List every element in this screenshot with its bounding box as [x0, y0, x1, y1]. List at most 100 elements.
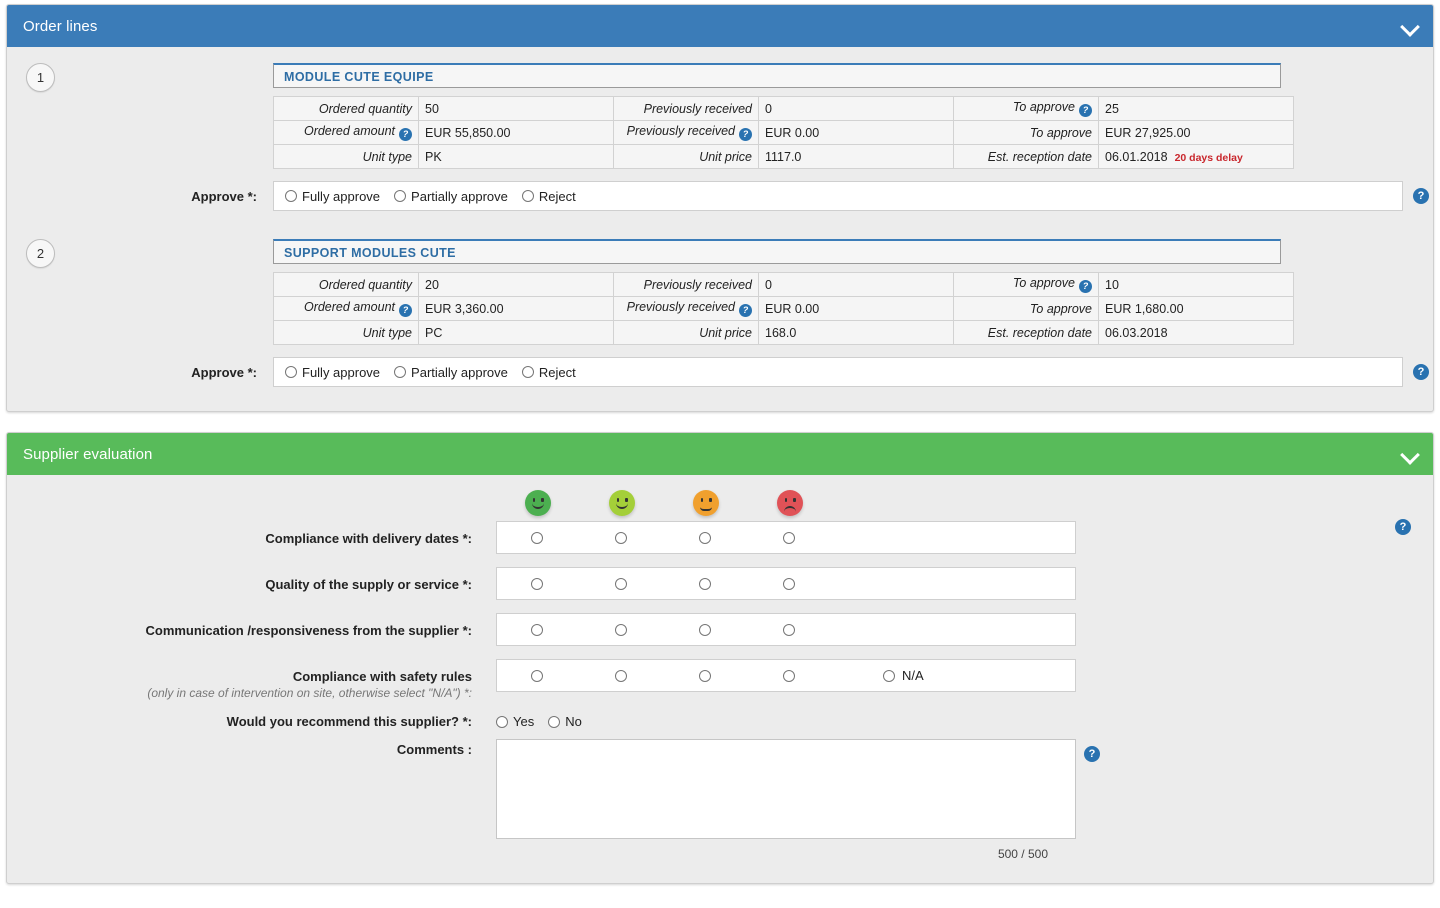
help-icon[interactable]: ?	[399, 304, 412, 317]
cell-value-unit-price: 168.0	[758, 320, 954, 345]
radio-recommend-no[interactable]: No	[548, 714, 582, 729]
rating-option-1[interactable]	[497, 531, 581, 544]
rating-option-4[interactable]	[749, 669, 833, 682]
cell-value-to-approve-amount: EUR 27,925.00	[1098, 120, 1294, 145]
criterion-row-safety-rules: Compliance with safety rules (only in ca…	[7, 659, 1433, 701]
radio-fully-approve-1[interactable]: Fully approve	[285, 189, 380, 204]
criterion-label-main: Compliance with safety rules	[292, 669, 472, 684]
order-line-1-table: Ordered quantity 50 Previously received …	[273, 96, 1294, 169]
order-lines-header[interactable]: Order lines	[7, 5, 1433, 47]
rating-option-4[interactable]	[749, 577, 833, 590]
label-text: Unit price	[699, 149, 752, 164]
cell-value-ordered-quantity: 20	[418, 272, 614, 297]
radio-circle[interactable]	[614, 531, 627, 544]
rating-option-2[interactable]	[581, 623, 665, 636]
cell-label-ordered-amount: Ordered amount?	[273, 120, 419, 145]
rating-scale-cell	[664, 490, 748, 516]
help-icon[interactable]: ?	[1079, 104, 1092, 117]
comments-textarea[interactable]	[496, 739, 1076, 839]
radio-circle[interactable]	[394, 190, 407, 202]
radio-circle[interactable]	[530, 623, 543, 636]
radio-recommend-yes[interactable]: Yes	[496, 714, 534, 729]
chevron-down-icon[interactable]	[1401, 445, 1419, 463]
radio-circle[interactable]	[698, 531, 711, 544]
radio-label: Partially approve	[411, 364, 508, 380]
help-icon[interactable]: ?	[1413, 364, 1429, 380]
label-text: Previously received	[643, 277, 752, 292]
radio-reject-2[interactable]: Reject	[521, 364, 576, 380]
radio-circle[interactable]	[698, 669, 711, 682]
help-icon[interactable]: ?	[399, 128, 412, 141]
rating-option-1[interactable]	[497, 669, 581, 682]
radio-circle[interactable]	[496, 715, 508, 728]
radio-circle[interactable]	[614, 669, 627, 682]
rating-option-3[interactable]	[665, 577, 749, 590]
radio-circle[interactable]	[521, 190, 534, 202]
radio-circle[interactable]	[698, 623, 711, 636]
radio-circle[interactable]	[530, 577, 543, 590]
rating-option-3[interactable]	[665, 669, 749, 682]
radio-circle[interactable]	[530, 531, 543, 544]
radio-circle[interactable]	[548, 715, 561, 728]
cell-label-ordered-quantity: Ordered quantity	[273, 272, 419, 297]
rating-option-2[interactable]	[581, 531, 665, 544]
radio-circle[interactable]	[698, 577, 711, 590]
order-line-1-content: MODULE CUTE EQUIPE Ordered quantity 50 P…	[273, 63, 1294, 169]
radio-fully-approve-2[interactable]: Fully approve	[285, 365, 380, 380]
radio-circle[interactable]	[883, 669, 895, 682]
rating-option-2[interactable]	[581, 577, 665, 590]
cell-label-to-approve-amount: To approve	[953, 296, 1099, 321]
help-icon[interactable]: ?	[1084, 746, 1100, 762]
order-line-2-table: Ordered quantity 20 Previously received …	[273, 272, 1294, 345]
radio-partially-approve-2[interactable]: Partially approve	[394, 365, 508, 380]
smiley-satisfied-icon	[609, 490, 635, 516]
radio-circle[interactable]	[285, 190, 297, 202]
order-line-1: 1 MODULE CUTE EQUIPE Ordered quantity 50…	[7, 57, 1433, 221]
criterion-label: Compliance with safety rules (only in ca…	[7, 659, 496, 701]
date-text: 06.01.2018	[1105, 149, 1168, 164]
radio-circle[interactable]	[394, 366, 407, 378]
cell-value-unit-type: PK	[418, 144, 614, 169]
help-icon[interactable]: ?	[1079, 280, 1092, 293]
radio-circle[interactable]	[782, 577, 795, 590]
radio-reject-1[interactable]: Reject	[521, 189, 576, 204]
help-icon[interactable]: ?	[739, 128, 752, 141]
radio-label: Reject	[538, 364, 576, 380]
rating-scale-cell	[748, 490, 832, 516]
radio-circle[interactable]	[614, 577, 627, 590]
smiley-dissatisfied-icon	[777, 490, 803, 516]
radio-circle[interactable]	[530, 669, 543, 682]
cell-label-previously-received-amount: Previously received?	[613, 120, 759, 145]
radio-circle[interactable]	[782, 531, 795, 544]
help-icon[interactable]: ?	[1413, 188, 1429, 204]
rating-option-3[interactable]	[665, 623, 749, 636]
radio-circle[interactable]	[521, 366, 534, 378]
comments-label: Comments :	[396, 742, 472, 757]
radio-circle[interactable]	[614, 623, 627, 636]
label-text: Ordered quantity	[318, 277, 412, 292]
table-row: Ordered amount? EUR 3,360.00 Previously …	[273, 296, 1294, 321]
cell-label-previously-received-qty: Previously received	[613, 96, 759, 121]
rating-option-1[interactable]	[497, 623, 581, 636]
table-row: Unit type PC Unit price 168.0 Est. recep…	[273, 320, 1294, 345]
help-icon[interactable]: ?	[1395, 519, 1411, 535]
order-line-2: 2 SUPPORT MODULES CUTE Ordered quantity …	[7, 233, 1433, 397]
radio-partially-approve-1[interactable]: Partially approve	[394, 189, 508, 204]
rating-option-4[interactable]	[749, 531, 833, 544]
radio-circle[interactable]	[782, 669, 795, 682]
rating-option-3[interactable]	[665, 531, 749, 544]
label-text: To approve	[1029, 125, 1092, 140]
radio-circle[interactable]	[782, 623, 795, 636]
label-text: Previously received	[626, 124, 735, 138]
chevron-down-icon[interactable]	[1401, 17, 1419, 35]
label-text: To approve	[1012, 100, 1075, 114]
rating-option-2[interactable]	[581, 669, 665, 682]
radio-label: No	[565, 714, 582, 729]
rating-option-1[interactable]	[497, 577, 581, 590]
rating-option-na[interactable]: N/A	[883, 668, 924, 683]
table-row: Unit type PK Unit price 1117.0 Est. rece…	[273, 144, 1294, 169]
supplier-evaluation-header[interactable]: Supplier evaluation	[7, 433, 1433, 475]
help-icon[interactable]: ?	[739, 304, 752, 317]
rating-option-4[interactable]	[749, 623, 833, 636]
radio-circle[interactable]	[285, 366, 297, 378]
